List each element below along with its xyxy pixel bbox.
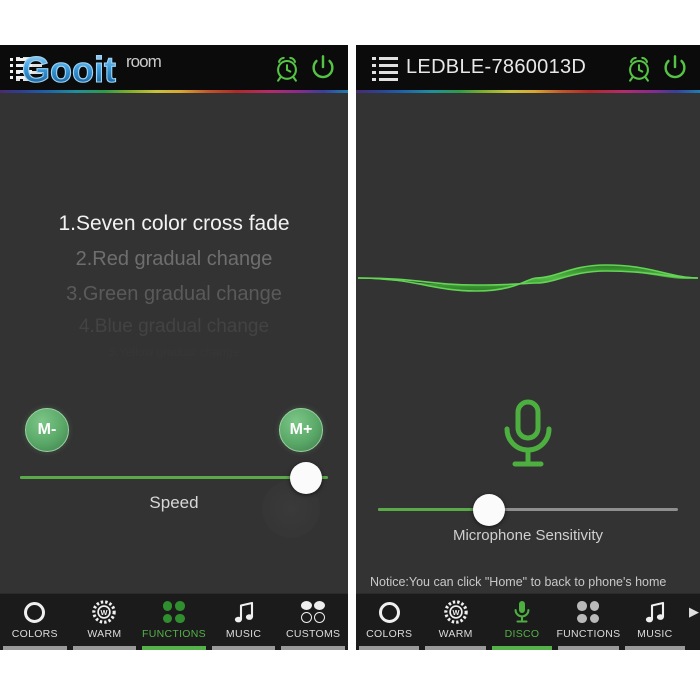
tab-scroll-right-icon[interactable]: ▶ <box>688 594 700 650</box>
alarm-clock-icon[interactable] <box>624 53 654 83</box>
tab-warm[interactable]: W WARM <box>422 594 488 650</box>
color-ring-icon <box>378 600 400 624</box>
tab-customs[interactable]: CUSTOMS <box>278 594 348 650</box>
tab-label: MUSIC <box>225 628 262 640</box>
function-item[interactable]: 3.Green gradual change <box>0 284 348 304</box>
microphone-sensitivity-slider[interactable]: Microphone Sensitivity <box>378 493 678 544</box>
tab-warm[interactable]: W WARM <box>70 594 140 650</box>
mode-minus-button[interactable]: M- <box>25 408 69 452</box>
tab-label: WARM <box>87 628 122 640</box>
tab-label: CUSTOMS <box>285 628 341 640</box>
left-header-bar: Gooit room <box>0 45 348 91</box>
svg-text:W: W <box>101 608 108 617</box>
mode-plus-button[interactable]: M+ <box>279 408 323 452</box>
speed-slider-label: Speed <box>149 493 199 512</box>
tab-music[interactable]: MUSIC <box>622 594 688 650</box>
right-device-title: LEDBLE-7860013D <box>406 56 587 78</box>
tab-underline <box>211 646 276 650</box>
speed-slider-thumb[interactable] <box>290 461 323 494</box>
tab-label: MUSIC <box>637 628 673 640</box>
four-dots-icon <box>162 600 185 624</box>
function-item[interactable]: 2.Red gradual change <box>0 249 348 269</box>
music-note-icon <box>644 600 666 624</box>
function-item[interactable]: 5.Yellow gradual change <box>0 346 348 358</box>
power-icon[interactable] <box>660 53 690 83</box>
mic-slider-label: Microphone Sensitivity <box>452 527 604 544</box>
tab-underline <box>425 646 486 650</box>
mic-slider-thumb[interactable] <box>473 493 505 526</box>
mic-slider-track[interactable] <box>378 493 678 526</box>
tab-underline <box>359 646 420 650</box>
tab-underline <box>624 646 686 650</box>
mode-minus-label: M- <box>37 421 57 438</box>
right-panel-body: Microphone Sensitivity Notice:You can cl… <box>356 93 700 625</box>
function-picker-list[interactable]: 1.Seven color cross fade 2.Red gradual c… <box>0 213 348 358</box>
left-panel-body: 1.Seven color cross fade 2.Red gradual c… <box>0 93 348 593</box>
power-icon[interactable] <box>308 53 338 83</box>
menu-icon[interactable] <box>16 56 42 81</box>
audio-waveform <box>356 243 700 313</box>
tab-label: COLORS <box>11 628 58 640</box>
music-note-icon <box>233 600 255 624</box>
tab-disco[interactable]: DISCO <box>489 594 555 650</box>
screenshot-root: Gooit room 1.Seven color cross fade 2.Re… <box>0 0 700 700</box>
alarm-clock-icon[interactable] <box>272 53 302 83</box>
tab-underline <box>72 646 137 650</box>
tab-underline <box>142 646 206 650</box>
tab-functions[interactable]: FUNCTIONS <box>555 594 621 650</box>
tab-functions[interactable]: FUNCTIONS <box>139 594 209 650</box>
tab-music[interactable]: MUSIC <box>209 594 279 650</box>
tab-underline <box>3 646 67 650</box>
tab-label: COLORS <box>366 628 413 640</box>
color-ring-icon <box>24 600 46 624</box>
tab-underline <box>491 646 553 650</box>
tab-underline <box>558 646 619 650</box>
function-item-selected[interactable]: 1.Seven color cross fade <box>0 213 348 234</box>
warm-gear-icon: W <box>443 600 468 624</box>
right-tab-bar: COLORS W WARM DISCO FUNCTIONS MUSIC ▶ <box>356 593 700 650</box>
speed-slider-track[interactable] <box>20 461 328 494</box>
tab-label: FUNCTIONS <box>556 628 621 640</box>
four-dots-icon <box>577 600 600 624</box>
speed-slider[interactable]: Speed <box>20 461 328 513</box>
tab-label: WARM <box>438 628 473 640</box>
microphone-icon[interactable] <box>497 398 559 472</box>
speed-slider-fill <box>20 476 307 479</box>
warm-gear-icon: W <box>92 600 117 624</box>
right-phone-panel: LEDBLE-7860013D Microphone Sensitivity N… <box>356 45 700 650</box>
right-header-bar: LEDBLE-7860013D <box>356 45 700 90</box>
left-phone-panel: Gooit room 1.Seven color cross fade 2.Re… <box>0 45 348 650</box>
svg-text:W: W <box>452 608 459 617</box>
tab-colors[interactable]: COLORS <box>0 594 70 650</box>
tab-underline <box>281 646 345 650</box>
mode-plus-label: M+ <box>289 421 313 438</box>
tab-label: DISCO <box>504 628 540 640</box>
tab-label: FUNCTIONS <box>142 628 206 640</box>
customs-circles-icon <box>301 600 326 624</box>
microphone-icon <box>514 600 530 624</box>
left-tab-bar: COLORS W WARM FUNCTIONS MUSIC CUSTOMS <box>0 593 348 650</box>
menu-icon[interactable] <box>372 56 398 81</box>
function-item[interactable]: 4.Blue gradual change <box>0 317 348 336</box>
tab-colors[interactable]: COLORS <box>356 594 422 650</box>
